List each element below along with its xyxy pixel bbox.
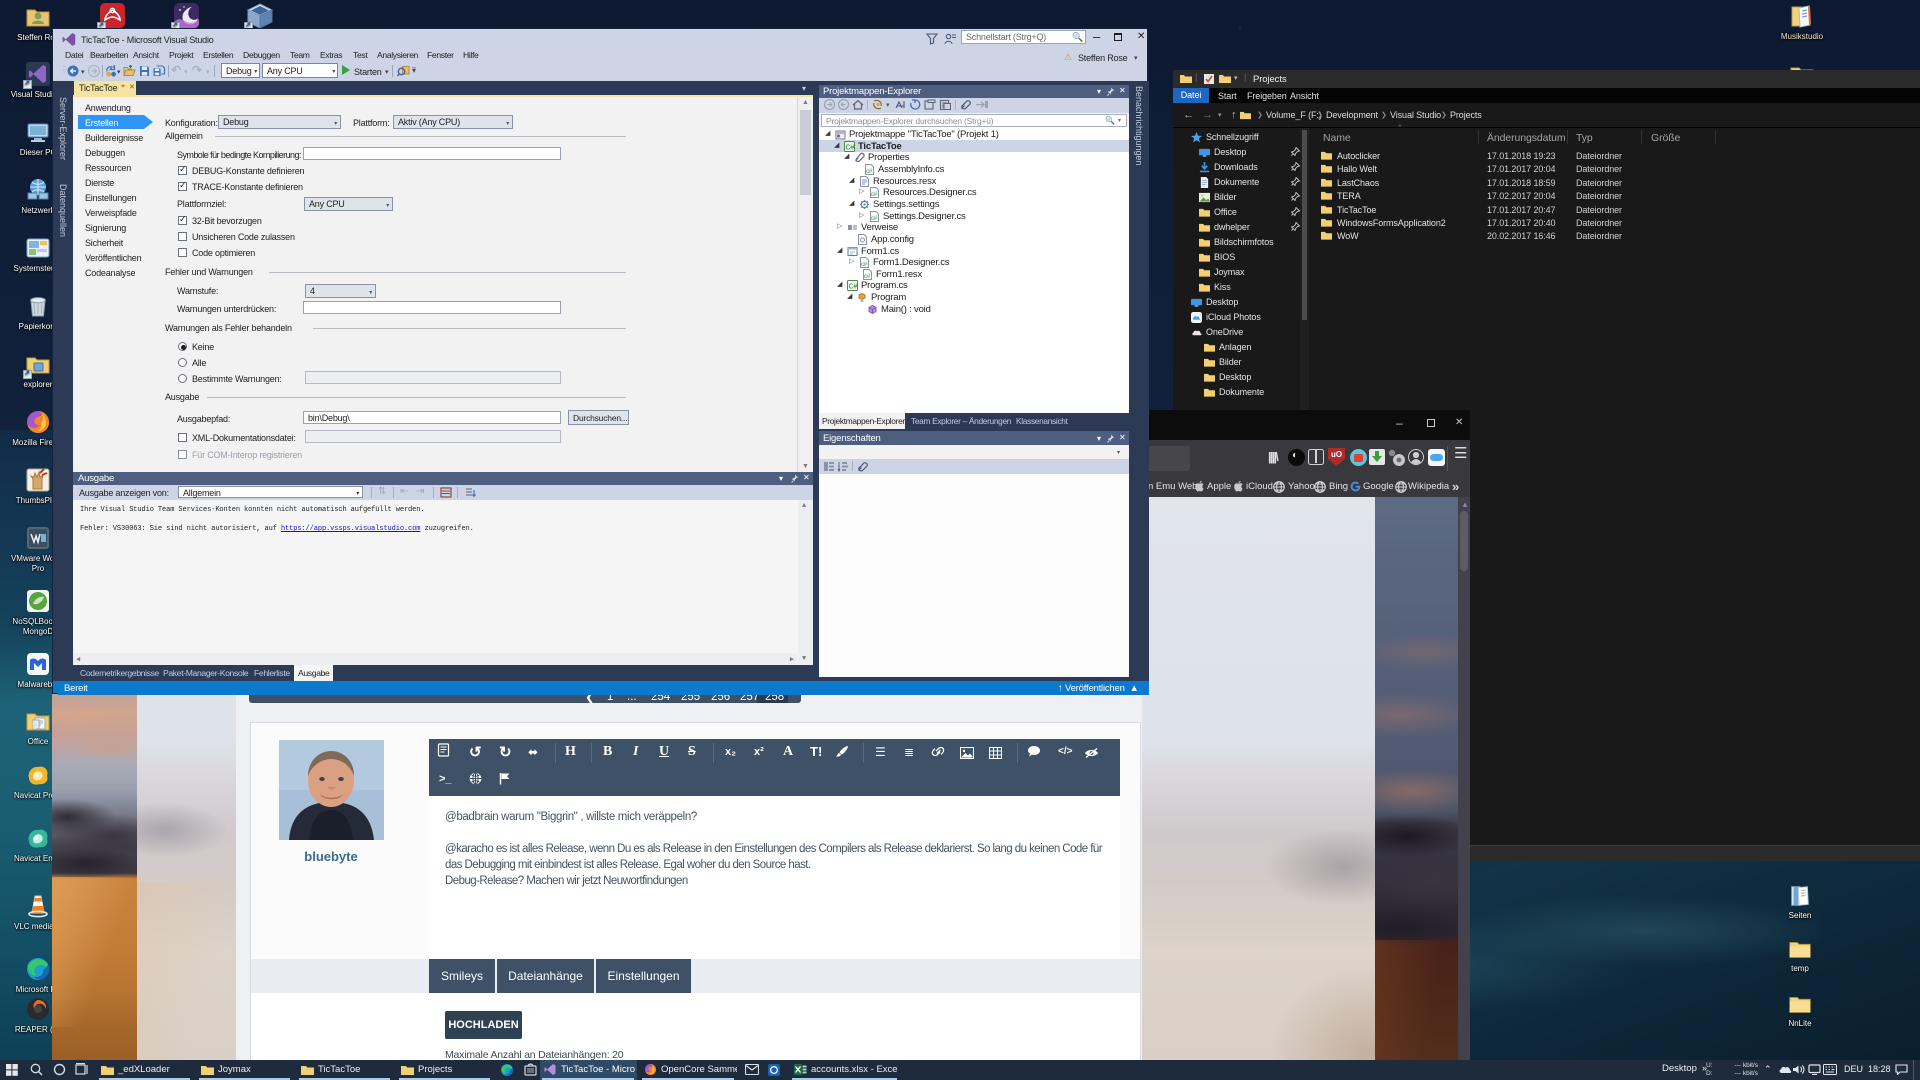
svg-text:c#: c# — [871, 216, 878, 222]
svg-text:C#: C# — [846, 144, 855, 151]
svg-text:C#: C# — [849, 284, 858, 291]
svg-text:c#: c# — [866, 169, 873, 175]
svg-text:c#: c# — [861, 262, 868, 268]
svg-text:c#: c# — [864, 274, 871, 280]
svg-text:c#: c# — [871, 192, 878, 198]
